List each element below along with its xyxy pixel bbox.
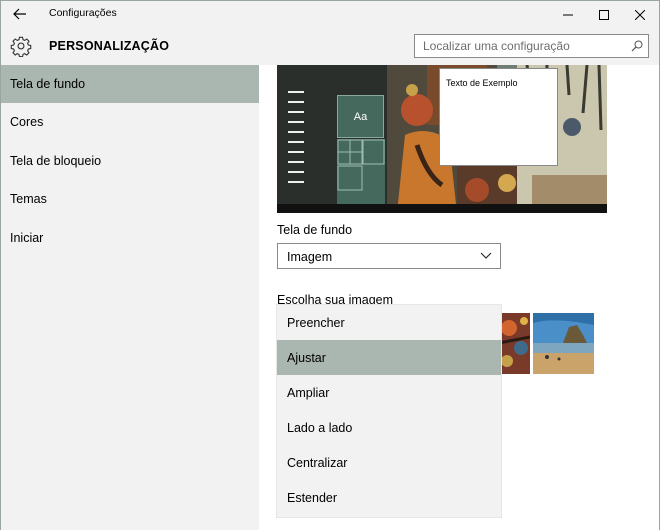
settings-window: Configurações PERSONALIZAÇÃO Localizar u… — [0, 0, 660, 530]
close-button[interactable] — [623, 1, 657, 28]
background-preview: Aa Texto de Exemplo — [277, 65, 607, 213]
sidebar-item-tela-de-bloqueio[interactable]: Tela de bloqueio — [1, 142, 259, 180]
start-tile-preview: Aa — [337, 95, 384, 138]
fit-option-label: Centralizar — [287, 455, 348, 470]
maximize-button[interactable] — [587, 1, 621, 28]
sidebar-item-label: Tela de fundo — [10, 77, 86, 91]
search-box[interactable] — [414, 34, 649, 58]
tile-label: Aa — [353, 110, 368, 123]
gear-icon — [10, 36, 32, 57]
page-header: PERSONALIZAÇÃO — [1, 28, 659, 65]
start-menu-list-preview — [281, 85, 307, 205]
fit-option-label: Preencher — [287, 315, 345, 330]
fit-option-centralizar[interactable]: Centralizar — [277, 445, 501, 480]
sidebar-item-tela-de-fundo[interactable]: Tela de fundo — [1, 65, 259, 103]
fit-option-estender[interactable]: Estender — [277, 480, 501, 515]
image-thumbnail[interactable] — [499, 313, 530, 374]
fit-option-ajustar[interactable]: Ajustar — [277, 340, 501, 375]
sidebar-item-temas[interactable]: Temas — [1, 180, 259, 218]
sidebar-item-iniciar[interactable]: Iniciar — [1, 219, 259, 257]
fit-option-label: Ajustar — [287, 350, 326, 365]
title-bar: Configurações — [1, 1, 659, 28]
fit-option-ampliar[interactable]: Ampliar — [277, 375, 501, 410]
background-label: Tela de fundo — [277, 223, 353, 237]
sidebar-item-label: Tela de bloqueio — [10, 154, 102, 168]
search-input[interactable] — [415, 35, 625, 57]
background-type-value: Imagem — [287, 250, 333, 264]
back-button[interactable] — [9, 4, 31, 24]
sample-text: Texto de Exemplo — [446, 78, 518, 88]
fit-option-label: Estender — [287, 490, 338, 505]
page-title: PERSONALIZAÇÃO — [49, 39, 170, 53]
fit-option-lado-a-lado[interactable]: Lado a lado — [277, 410, 501, 445]
preview-taskbar — [277, 204, 607, 213]
sidebar-item-label: Temas — [10, 192, 47, 206]
start-tiles-grid — [337, 139, 385, 204]
fit-option-label: Ampliar — [287, 385, 330, 400]
window-title: Configurações — [49, 7, 117, 19]
close-icon — [635, 9, 645, 20]
back-arrow-icon — [13, 8, 26, 20]
fit-option-label: Lado a lado — [287, 420, 353, 435]
sidebar-item-cores[interactable]: Cores — [1, 103, 259, 141]
minimize-icon — [563, 14, 573, 15]
sample-window: Texto de Exemplo — [439, 68, 558, 166]
chevron-down-icon — [480, 252, 492, 259]
background-type-dropdown[interactable]: Imagem — [277, 243, 501, 269]
sidebar: Tela de fundo Cores Tela de bloqueio Tem… — [1, 65, 259, 530]
sidebar-item-label: Iniciar — [10, 231, 44, 245]
sidebar-item-label: Cores — [10, 115, 44, 129]
fit-mode-menu: Preencher Ajustar Ampliar Lado a lado Ce… — [277, 305, 501, 517]
search-icon[interactable] — [631, 40, 643, 52]
image-thumbnail[interactable] — [533, 313, 594, 374]
maximize-icon — [599, 9, 609, 20]
main-content: Aa Texto de Exemplo Tela de fundo Imagem — [259, 65, 659, 530]
fit-option-preencher[interactable]: Preencher — [277, 305, 501, 340]
minimize-button[interactable] — [551, 1, 585, 28]
